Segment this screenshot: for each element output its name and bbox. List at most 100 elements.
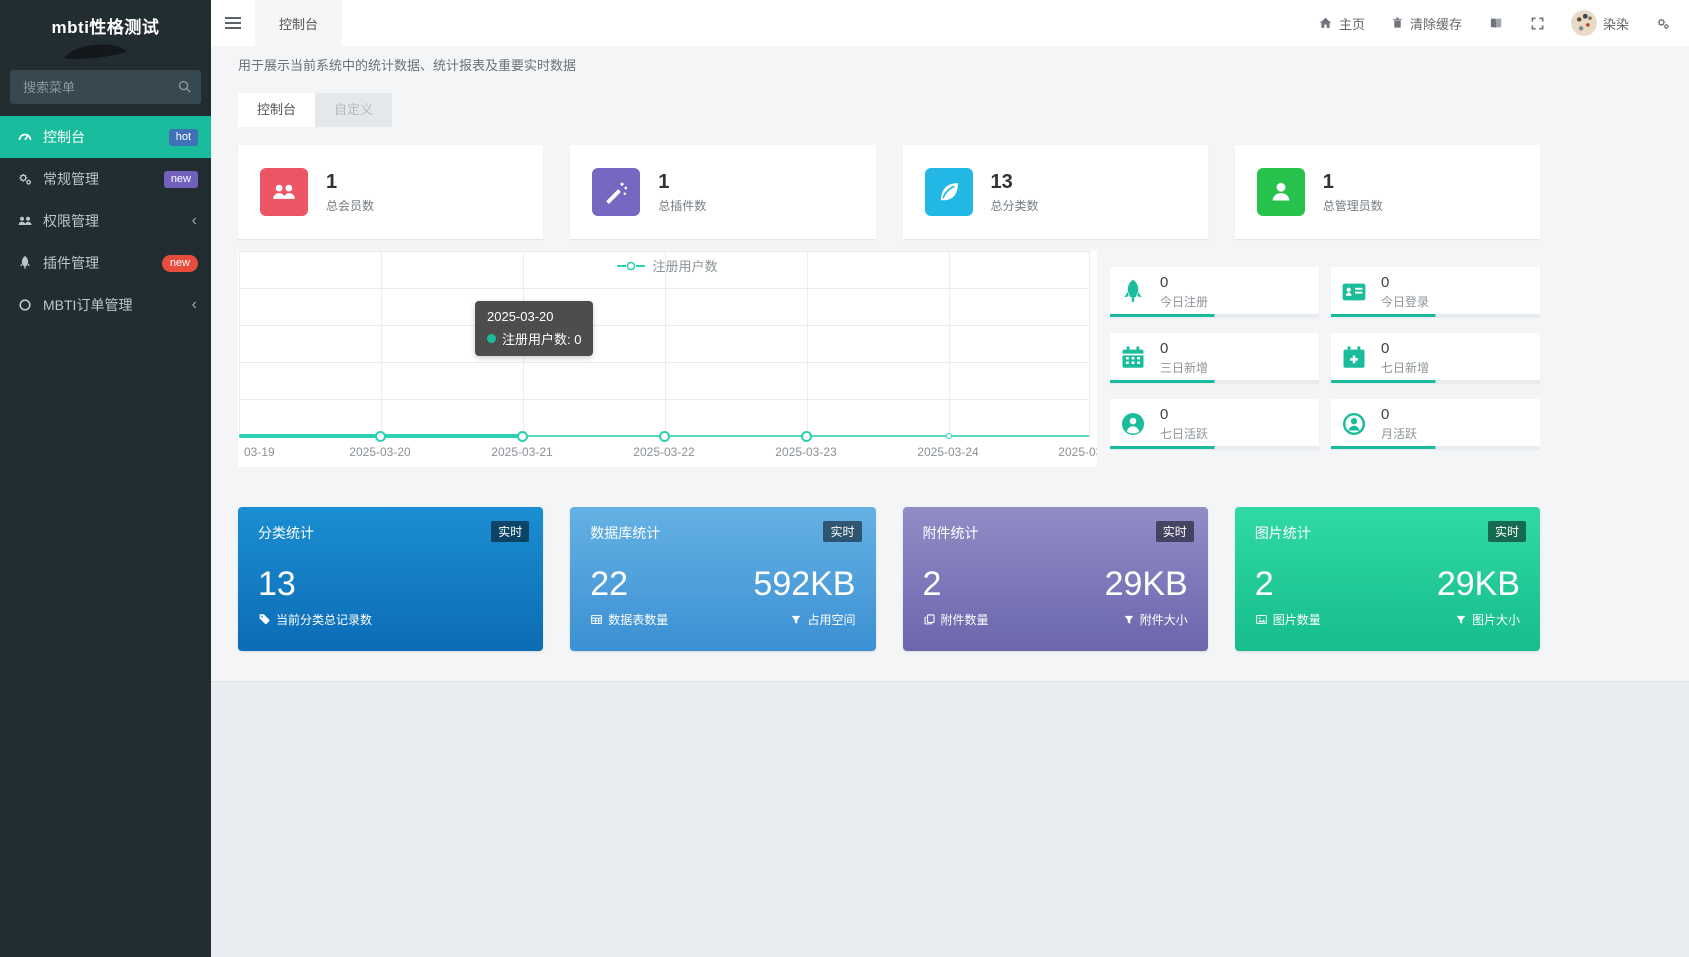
rocket-icon <box>1116 278 1150 306</box>
card-footer-label: 附件大小 <box>1139 613 1188 627</box>
stat-total-categories: 13 总分类数 <box>902 145 1208 239</box>
card-footer-label: 数据表数量 <box>608 613 669 627</box>
card-footer-label: 图片数量 <box>1272 613 1321 627</box>
legend-line-icon <box>617 261 646 270</box>
hot-badge: hot <box>168 128 198 146</box>
card-title: 分类统计 <box>258 525 314 541</box>
search-icon[interactable] <box>177 79 192 94</box>
mini-stat-7day-active: 0 七日活跃 <box>1110 399 1319 449</box>
sidebar-item-dashboard[interactable]: 控制台 hot <box>0 116 211 158</box>
sidebar-item-permissions[interactable]: 权限管理 ‹ <box>0 200 211 242</box>
stat-total-plugins: 1 总插件数 <box>570 145 876 239</box>
chart-legend[interactable]: 注册用户数 <box>238 256 1097 275</box>
search-input[interactable] <box>10 70 201 104</box>
stat-label: 总管理员数 <box>1322 199 1383 213</box>
mini-stat-today-registered: 0 今日注册 <box>1110 267 1319 317</box>
sidebar-item-mbti-orders[interactable]: MBTI订单管理 ‹ <box>0 284 211 326</box>
gear-icon <box>1655 16 1671 31</box>
logo-image <box>54 37 136 63</box>
progress-bar <box>1331 380 1540 383</box>
progress-bar <box>1331 446 1540 449</box>
chart-grid <box>239 251 1090 437</box>
home-link[interactable]: 主页 <box>1318 14 1365 33</box>
stat-label: 总会员数 <box>326 199 375 213</box>
stats-row: 1 总会员数 1 总插件数 13 总分类数 1 总管理员数 <box>238 145 1540 239</box>
rocket-icon <box>17 255 33 271</box>
realtime-badge: 实时 <box>1155 521 1194 542</box>
stat-total-members: 1 总会员数 <box>238 145 544 239</box>
app-window: mbti性格测试 控制台 hot 常规管理 new <box>0 0 1689 957</box>
avatar <box>1570 10 1597 36</box>
calendar-plus-icon <box>1337 344 1371 372</box>
tab-dashboard[interactable]: 控制台 <box>238 93 316 127</box>
angle-left-icon: ‹ <box>191 212 197 229</box>
realtime-badge: 实时 <box>823 521 862 542</box>
sidebar-item-label: 控制台 <box>43 129 85 145</box>
sidebar-item-general[interactable]: 常规管理 new <box>0 158 211 200</box>
mini-stat-label: 三日新增 <box>1160 361 1209 375</box>
tab-custom[interactable]: 自定义 <box>315 93 393 127</box>
sidebar-item-label: MBTI订单管理 <box>43 297 133 313</box>
card-value-right: 29KB <box>1436 565 1520 603</box>
x-tick-label: 2025-03-23 <box>775 445 837 459</box>
card-value-left: 22 <box>590 565 629 603</box>
language-icon <box>1488 16 1504 31</box>
dashboard-panel: 用于展示当前系统中的统计数据、统计报表及重要实时数据 控制台 自定义 1 总会员… <box>211 46 1689 681</box>
mini-stat-label: 今日注册 <box>1160 295 1209 309</box>
database-stats-card: 数据库统计 实时 22 592KB 数据表数量 占用空间 <box>570 507 876 651</box>
magic-wand-icon <box>592 168 641 216</box>
progress-bar <box>1110 380 1319 383</box>
card-value-right: 592KB <box>753 565 856 603</box>
settings-button[interactable] <box>1655 16 1671 31</box>
sidebar-menu: 控制台 hot 常规管理 new 权限管理 ‹ 插件管理 new MBTI订单管… <box>0 116 211 326</box>
realtime-badge: 实时 <box>491 521 530 542</box>
id-card-icon <box>1337 278 1371 306</box>
card-footer-label: 图片大小 <box>1471 613 1520 627</box>
mini-stat-value: 0 <box>1381 340 1390 357</box>
trash-icon <box>1391 16 1404 30</box>
mini-stat-3day-new: 0 三日新增 <box>1110 333 1319 383</box>
sidebar-search <box>10 70 201 104</box>
chart-marker <box>946 433 952 439</box>
admin-user-icon <box>1256 168 1305 216</box>
menu-toggle-icon[interactable] <box>211 0 255 46</box>
stat-value: 1 <box>1322 171 1334 193</box>
stat-value: 1 <box>658 171 670 193</box>
expand-icon <box>1530 16 1545 31</box>
top-navbar: 控制台 主页 清除缓存 染染 <box>211 0 1689 46</box>
angle-left-icon: ‹ <box>191 296 197 313</box>
mini-stat-value: 0 <box>1160 340 1169 357</box>
user-circle-outline-icon <box>1337 410 1371 438</box>
card-footer-label: 附件数量 <box>940 613 989 627</box>
card-footer-label: 占用空间 <box>807 613 856 627</box>
mini-stat-value: 0 <box>1381 274 1390 291</box>
mini-stat-value: 0 <box>1160 406 1169 423</box>
language-button[interactable] <box>1488 16 1504 31</box>
user-menu[interactable]: 染染 <box>1570 10 1629 36</box>
card-title: 图片统计 <box>1254 525 1311 541</box>
mini-stat-label: 月活跃 <box>1381 427 1418 441</box>
card-title: 附件统计 <box>922 525 979 541</box>
navbar-tab-dashboard[interactable]: 控制台 <box>255 0 343 46</box>
users-icon <box>17 213 33 229</box>
image-stats-card: 图片统计 实时 2 29KB 图片数量 图片大小 <box>1234 507 1540 651</box>
tooltip-value: 注册用户数: 0 <box>502 332 582 347</box>
fullscreen-button[interactable] <box>1530 16 1545 31</box>
card-value-right: 29KB <box>1104 565 1188 603</box>
attachment-stats-card: 附件统计 实时 2 29KB 附件数量 附件大小 <box>902 507 1208 651</box>
filter-icon <box>1123 614 1135 626</box>
new-badge: new <box>161 254 198 272</box>
sidebar-item-plugins[interactable]: 插件管理 new <box>0 242 211 284</box>
brand-title: mbti性格测试 <box>51 18 160 37</box>
filter-icon <box>1455 614 1467 626</box>
panel-tabs: 控制台 自定义 <box>238 93 1540 127</box>
mini-stat-value: 0 <box>1381 406 1390 423</box>
page-subtitle: 用于展示当前系统中的统计数据、统计报表及重要实时数据 <box>238 58 577 73</box>
legend-label: 注册用户数 <box>652 259 718 274</box>
table-icon <box>590 613 603 626</box>
chart-tooltip: 2025-03-20 注册用户数: 0 <box>475 301 594 356</box>
realtime-badge: 实时 <box>1487 521 1526 542</box>
card-value-left: 2 <box>1254 565 1274 603</box>
registered-users-chart: 注册用户数 03-19 2025-03-20 2025-03-21 2025-0… <box>238 251 1097 467</box>
clear-cache-link[interactable]: 清除缓存 <box>1391 14 1462 33</box>
